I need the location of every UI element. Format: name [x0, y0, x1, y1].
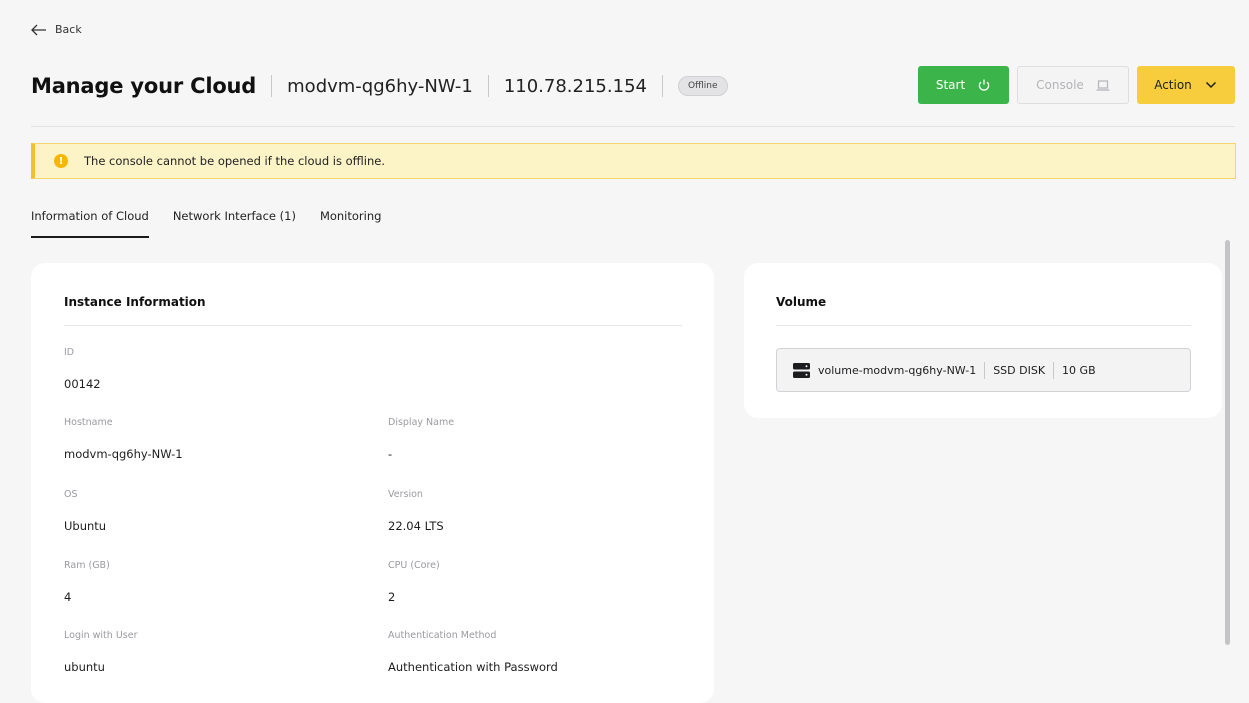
header-actions: Start Console Action	[918, 66, 1235, 104]
field-label: Version	[388, 489, 423, 500]
field-os: OS Ubuntu	[64, 489, 106, 533]
instance-information-card: Instance Information ID 00142 Hostname m…	[31, 263, 714, 703]
field-display-name: Display Name -	[388, 417, 454, 461]
divider	[487, 75, 489, 97]
field-hostname: Hostname modvm-qg6hy-NW-1	[64, 417, 183, 461]
field-version: Version 22.04 LTS	[388, 489, 444, 533]
field-cpu: CPU (Core) 2	[388, 560, 440, 604]
field-value: Ubuntu	[64, 519, 107, 533]
field-label: ID	[64, 347, 75, 358]
card-title: Volume	[776, 295, 1191, 326]
power-icon	[978, 79, 990, 91]
field-value: 4	[64, 590, 72, 604]
header-divider	[31, 126, 1235, 127]
divider	[984, 361, 986, 379]
field-value: -	[388, 447, 393, 461]
page-header: Manage your Cloud modvm-qg6hy-NW-1 110.7…	[31, 66, 1235, 106]
console-label: Console	[1036, 78, 1084, 92]
field-value: 00142	[64, 377, 101, 391]
field-label: OS	[64, 489, 78, 500]
start-label: Start	[935, 78, 966, 92]
ip-address: 110.78.215.154	[503, 75, 647, 97]
warning-icon: !	[54, 154, 68, 168]
volume-card: Volume volume-modvm-qg6hy-NW-1 SSD DISK …	[744, 263, 1222, 418]
divider	[661, 75, 663, 97]
offline-alert: ! The console cannot be opened if the cl…	[31, 143, 1236, 179]
field-label: Authentication Method	[388, 630, 497, 641]
status-badge: Offline	[677, 76, 728, 96]
vm-name: modvm-qg6hy-NW-1	[287, 75, 473, 97]
field-value: ubuntu	[64, 660, 105, 674]
volume-type: SSD DISK	[993, 363, 1046, 377]
volume-name: volume-modvm-qg6hy-NW-1	[818, 363, 977, 377]
field-value: Authentication with Password	[388, 660, 558, 674]
field-value: modvm-qg6hy-NW-1	[64, 447, 183, 461]
back-link[interactable]: Back	[31, 23, 82, 36]
volume-size: 10 GB	[1062, 363, 1096, 377]
field-value: 2	[388, 590, 396, 604]
action-label: Action	[1154, 78, 1192, 92]
field-label: Ram (GB)	[64, 560, 110, 571]
page-title: Manage your Cloud	[31, 74, 257, 98]
tab-bar: Information of Cloud Network Interface (…	[31, 209, 381, 238]
field-login-user: Login with User ubuntu	[64, 630, 137, 674]
divider	[271, 75, 273, 97]
start-button[interactable]: Start	[918, 66, 1009, 104]
chevron-down-icon	[1205, 81, 1216, 89]
field-label: Hostname	[64, 417, 113, 428]
back-label: Back	[55, 23, 82, 36]
field-id: ID 00142	[64, 347, 101, 391]
action-button[interactable]: Action	[1137, 66, 1235, 104]
laptop-icon	[1096, 80, 1110, 91]
field-value: 22.04 LTS	[388, 519, 444, 533]
scrollbar[interactable]	[1225, 240, 1230, 645]
disk-icon	[793, 362, 810, 378]
console-button[interactable]: Console	[1017, 66, 1129, 104]
divider	[1053, 361, 1055, 379]
card-title: Instance Information	[64, 295, 682, 326]
tab-network-interface[interactable]: Network Interface (1)	[173, 209, 296, 238]
volume-item[interactable]: volume-modvm-qg6hy-NW-1 SSD DISK 10 GB	[776, 348, 1191, 392]
arrow-left-icon	[31, 24, 46, 35]
field-label: Display Name	[388, 417, 455, 428]
tab-monitoring[interactable]: Monitoring	[320, 209, 382, 238]
alert-message: The console cannot be opened if the clou…	[84, 154, 385, 168]
tab-information[interactable]: Information of Cloud	[31, 209, 149, 238]
field-label: CPU (Core)	[388, 560, 440, 571]
field-label: Login with User	[64, 630, 138, 641]
field-ram: Ram (GB) 4	[64, 560, 110, 604]
field-auth-method: Authentication Method Authentication wit…	[388, 630, 558, 674]
